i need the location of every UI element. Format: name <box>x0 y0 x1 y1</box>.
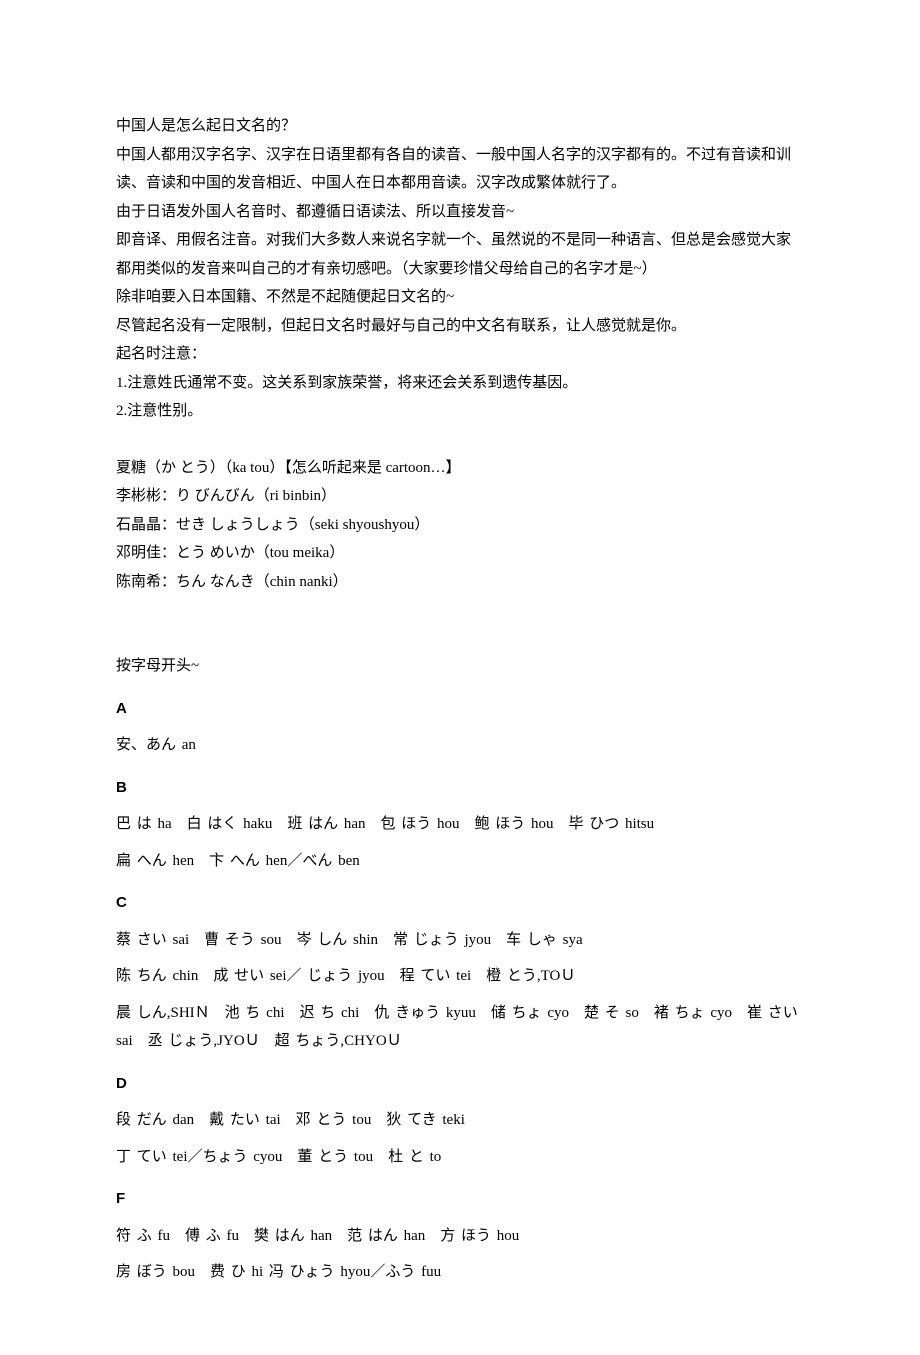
blank-line <box>116 624 804 652</box>
example-line: 邓明佳：とう めいか（tou meika） <box>116 539 804 568</box>
blank-line <box>116 596 804 624</box>
alpha-intro: 按字母开头~ <box>116 652 804 681</box>
example-line: 李彬彬：り びんびん（ri binbin） <box>116 482 804 511</box>
intro-line: 中国人是怎么起日文名的？ <box>116 112 804 141</box>
entry-line: 巴 は ha 白 はく haku 班 はん han 包 ほう hou 鲍 ほう … <box>116 810 804 839</box>
entry-line: 丁 てい tei／ちょう cyou 董 とう tou 杜 と to <box>116 1143 804 1172</box>
entry-line: 符 ふ fu 傅 ふ fu 樊 はん han 范 はん han 方 ほう hou <box>116 1222 804 1251</box>
section-heading-d: D <box>116 1070 804 1099</box>
intro-line: 1.注意姓氏通常不变。这关系到家族荣誉，将来还会关系到遗传基因。 <box>116 369 804 398</box>
intro-line: 即音译、用假名注音。对我们大多数人来说名字就一个、虽然说的不是同一种语言、但总是… <box>116 226 804 283</box>
entry-line: 扁 へん hen 卞 へん hen／べん ben <box>116 847 804 876</box>
section-heading-a: A <box>116 695 804 724</box>
section-heading-c: C <box>116 889 804 918</box>
entry-line: 陈 ちん chin 成 せい sei／ じょう jyou 程 てい tei 橙 … <box>116 962 804 991</box>
intro-line: 尽管起名没有一定限制，但起日文名时最好与自己的中文名有联系，让人感觉就是你。 <box>116 312 804 341</box>
section-heading-f: F <box>116 1185 804 1214</box>
entry-line: 房 ぼう bou 费 ひ hi 冯 ひょう hyou／ふう fuu <box>116 1258 804 1287</box>
intro-line: 2.注意性别。 <box>116 397 804 426</box>
intro-line: 起名时注意： <box>116 340 804 369</box>
example-line: 陈南希：ちん なんき（chin nanki） <box>116 568 804 597</box>
section-heading-b: B <box>116 774 804 803</box>
entry-line: 安、あん an <box>116 731 804 760</box>
example-line: 夏糖（か とう）（ka tou）【怎么听起来是 cartoon…】 <box>116 454 804 483</box>
intro-line: 中国人都用汉字名字、汉字在日语里都有各自的读音、一般中国人名字的汉字都有的。不过… <box>116 141 804 198</box>
entry-line: 晨 しん,SHIＮ 池 ち chi 迟 ち chi 仇 きゅう kyuu 储 ち… <box>116 999 804 1056</box>
blank-line <box>116 426 804 454</box>
document-page: 中国人是怎么起日文名的？ 中国人都用汉字名字、汉字在日语里都有各自的读音、一般中… <box>0 0 920 1355</box>
entry-line: 段 だん dan 戴 たい tai 邓 とう tou 狄 てき teki <box>116 1106 804 1135</box>
intro-line: 除非咱要入日本国籍、不然是不起随便起日文名的~ <box>116 283 804 312</box>
entry-line: 蔡 さい sai 曹 そう sou 岑 しん shin 常 じょう jyou 车… <box>116 926 804 955</box>
intro-line: 由于日语发外国人名音时、都遵循日语读法、所以直接发音~ <box>116 198 804 227</box>
example-line: 石晶晶：せき しょうしょう（seki shyoushyou） <box>116 511 804 540</box>
